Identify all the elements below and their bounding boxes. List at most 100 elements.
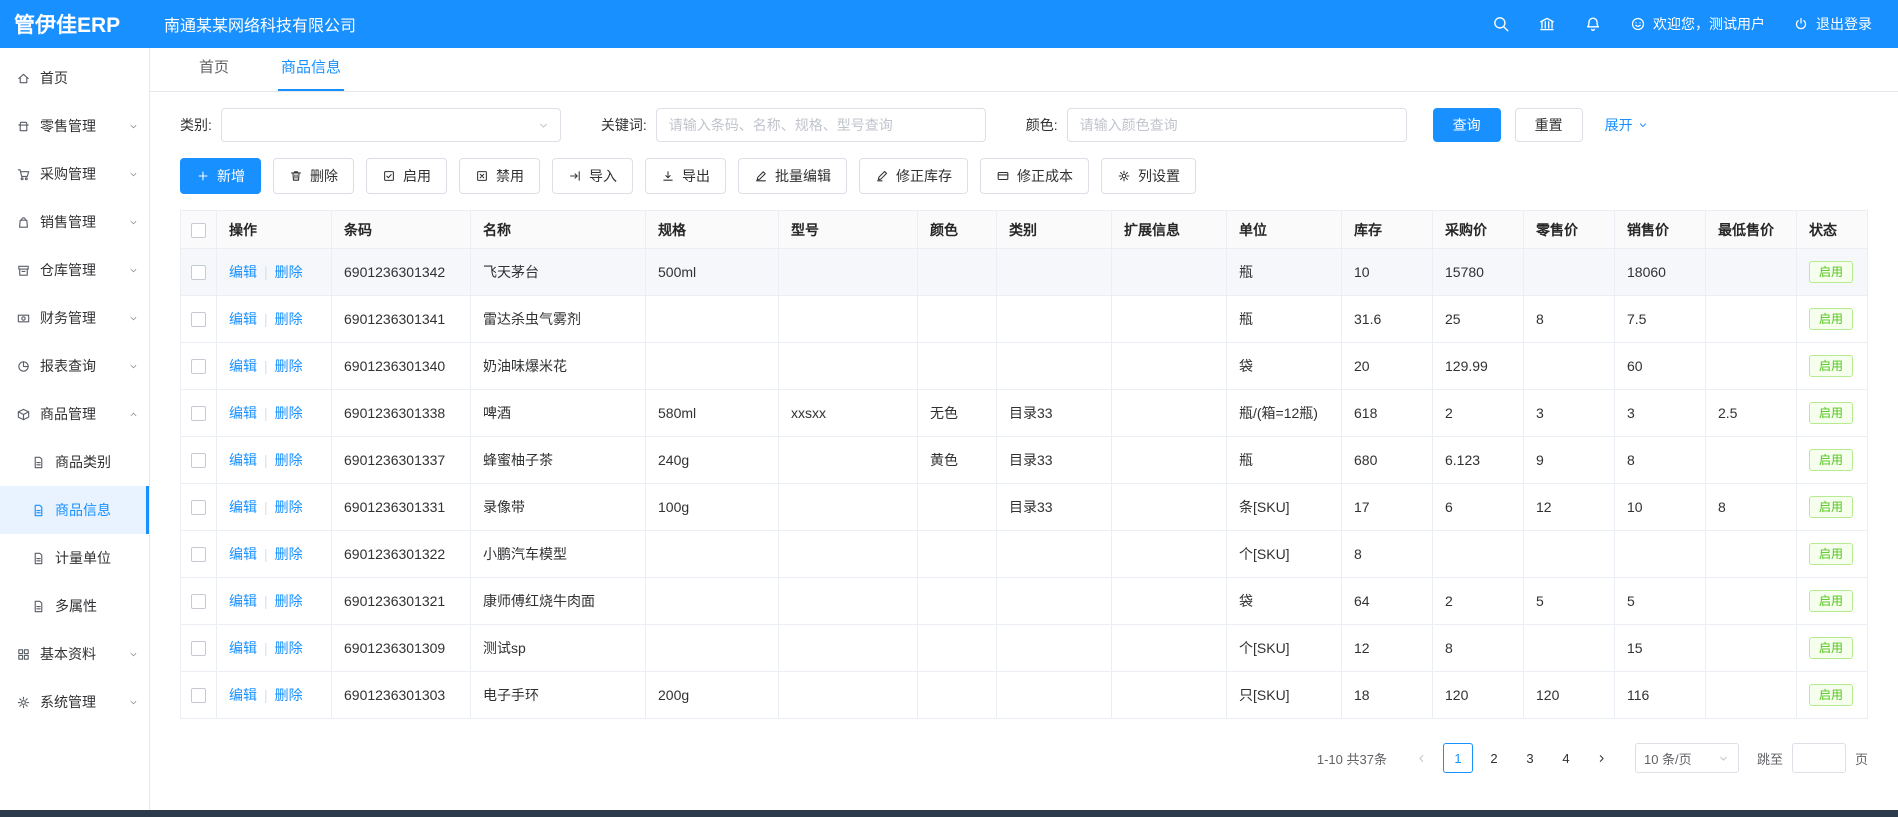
row-checkbox[interactable]: [191, 500, 206, 515]
row-checkbox[interactable]: [191, 641, 206, 656]
category-select[interactable]: [221, 108, 561, 142]
sidebar-item-retail[interactable]: 零售管理: [0, 102, 149, 150]
notification-bell-icon[interactable]: [1584, 15, 1602, 33]
keyword-input[interactable]: [656, 108, 986, 142]
cell-retail_price: 3: [1524, 390, 1615, 437]
cell-name: 奶油味爆米花: [471, 343, 646, 390]
sidebar-item-sales[interactable]: 销售管理: [0, 198, 149, 246]
fix-cost-button[interactable]: 修正成本: [980, 158, 1089, 194]
page-button-1[interactable]: 1: [1443, 743, 1473, 773]
edit-link[interactable]: 编辑: [229, 546, 257, 562]
delete-link[interactable]: 删除: [275, 452, 303, 468]
chevron-right-icon: [1595, 752, 1608, 765]
next-page-button[interactable]: [1587, 743, 1617, 773]
row-checkbox[interactable]: [191, 594, 206, 609]
import-button[interactable]: 导入: [552, 158, 633, 194]
company-name: 南通某某网络科技有限公司: [164, 12, 356, 36]
edit-link[interactable]: 编辑: [229, 358, 257, 374]
row-checkbox[interactable]: [191, 265, 206, 280]
page-size-select[interactable]: 10 条/页: [1635, 743, 1739, 773]
delete-link[interactable]: 删除: [275, 264, 303, 280]
cell-status: 启用: [1797, 296, 1868, 343]
sidebar-item-basic[interactable]: 基本资料: [0, 630, 149, 678]
cell-unit: 条[SKU]: [1227, 484, 1342, 531]
sidebar-item-warehouse[interactable]: 仓库管理: [0, 246, 149, 294]
edit-link[interactable]: 编辑: [229, 687, 257, 703]
cell-name: 康师傅红烧牛肉面: [471, 578, 646, 625]
row-checkbox[interactable]: [191, 453, 206, 468]
sidebar-item-purchase[interactable]: 采购管理: [0, 150, 149, 198]
reset-button[interactable]: 重置: [1515, 108, 1583, 142]
delete-link[interactable]: 删除: [275, 640, 303, 656]
row-checkbox[interactable]: [191, 688, 206, 703]
sidebar-item-system[interactable]: 系统管理: [0, 678, 149, 726]
edit-link[interactable]: 编辑: [229, 499, 257, 515]
tab-product-info[interactable]: 商品信息: [278, 56, 344, 91]
tab-home[interactable]: 首页: [196, 56, 232, 91]
cell-stock: 10: [1342, 249, 1433, 296]
delete-link[interactable]: 删除: [275, 358, 303, 374]
column-header: 最低售价: [1706, 211, 1797, 249]
export-button[interactable]: 导出: [645, 158, 726, 194]
page-button-4[interactable]: 4: [1551, 743, 1581, 773]
expand-filters-link[interactable]: 展开: [1605, 115, 1649, 135]
fix-stock-button[interactable]: 修正库存: [859, 158, 968, 194]
row-checkbox-cell: [181, 484, 217, 531]
prev-page-button[interactable]: [1407, 743, 1437, 773]
chevron-down-icon: [537, 119, 550, 132]
report-icon: [16, 359, 31, 374]
enable-button[interactable]: 启用: [366, 158, 447, 194]
category-filter: 类别:: [180, 108, 561, 142]
edit-link[interactable]: 编辑: [229, 452, 257, 468]
logout-button[interactable]: 退出登录: [1793, 14, 1872, 34]
search-button[interactable]: 查询: [1433, 108, 1501, 142]
sidebar-item-home[interactable]: 首页: [0, 54, 149, 102]
sidebar-item-measure-unit[interactable]: 计量单位: [0, 534, 149, 582]
fix-stock-icon: [875, 169, 889, 183]
delete-link[interactable]: 删除: [275, 687, 303, 703]
add-button[interactable]: 新增: [180, 158, 261, 194]
jump-page-input[interactable]: [1792, 743, 1846, 773]
button-label: 批量编辑: [775, 166, 831, 186]
select-all-checkbox[interactable]: [191, 223, 206, 238]
color-input[interactable]: [1067, 108, 1407, 142]
sidebar-item-product-category[interactable]: 商品类别: [0, 438, 149, 486]
column-settings-button[interactable]: 列设置: [1101, 158, 1196, 194]
page-button-2[interactable]: 2: [1479, 743, 1509, 773]
edit-link[interactable]: 编辑: [229, 311, 257, 327]
row-checkbox-cell: [181, 625, 217, 672]
delete-button[interactable]: 删除: [273, 158, 354, 194]
storefront-icon[interactable]: [1538, 15, 1556, 33]
delete-link[interactable]: 删除: [275, 499, 303, 515]
button-label: 修正库存: [896, 166, 952, 186]
delete-link[interactable]: 删除: [275, 593, 303, 609]
disable-button[interactable]: 禁用: [459, 158, 540, 194]
bottom-bar: [0, 810, 1898, 817]
delete-link[interactable]: 删除: [275, 546, 303, 562]
row-checkbox[interactable]: [191, 406, 206, 421]
batch-edit-button[interactable]: 批量编辑: [738, 158, 847, 194]
delete-link[interactable]: 删除: [275, 405, 303, 421]
user-welcome[interactable]: 欢迎您，测试用户: [1630, 14, 1765, 34]
sidebar-item-product[interactable]: 商品管理: [0, 390, 149, 438]
delete-link[interactable]: 删除: [275, 311, 303, 327]
search-icon[interactable]: [1492, 15, 1510, 33]
row-checkbox[interactable]: [191, 359, 206, 374]
edit-link[interactable]: 编辑: [229, 640, 257, 656]
page-button-3[interactable]: 3: [1515, 743, 1545, 773]
cell-ext: [1112, 249, 1227, 296]
sidebar-item-finance[interactable]: 财务管理: [0, 294, 149, 342]
table-row: 编辑|删除6901236301322小鹏汽车模型个[SKU]8启用: [181, 531, 1868, 578]
sidebar-item-product-info[interactable]: 商品信息: [0, 486, 149, 534]
edit-link[interactable]: 编辑: [229, 264, 257, 280]
edit-link[interactable]: 编辑: [229, 593, 257, 609]
link-separator: |: [264, 499, 268, 515]
sidebar-item-report[interactable]: 报表查询: [0, 342, 149, 390]
edit-link[interactable]: 编辑: [229, 405, 257, 421]
sidebar-item-multi-attribute[interactable]: 多属性: [0, 582, 149, 630]
table-row: 编辑|删除6901236301342飞天茅台500ml瓶101578018060…: [181, 249, 1868, 296]
row-checkbox[interactable]: [191, 312, 206, 327]
row-checkbox[interactable]: [191, 547, 206, 562]
column-header: 状态: [1797, 211, 1868, 249]
cell-purchase_price: 15780: [1433, 249, 1524, 296]
